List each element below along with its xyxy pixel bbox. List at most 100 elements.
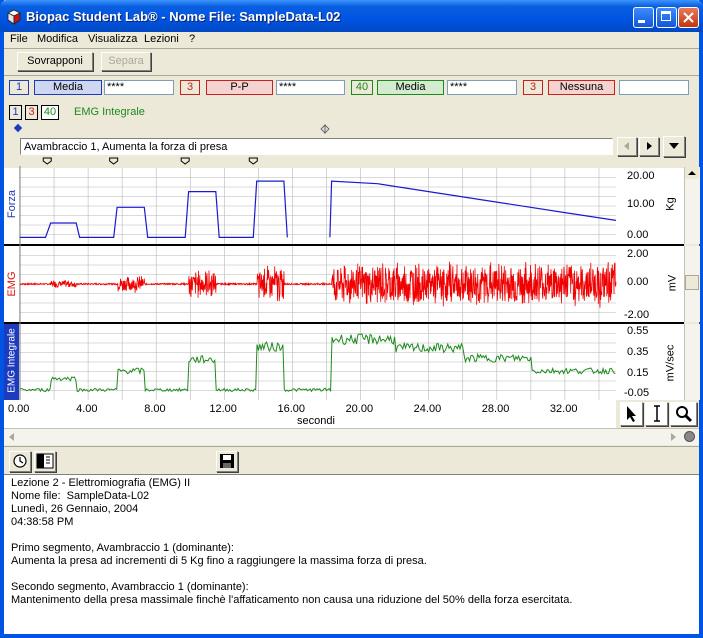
y-unit-emg-integrale: mV/sec — [664, 344, 677, 382]
x-tick-label: 8.00 — [144, 403, 166, 415]
journal-line — [11, 529, 692, 542]
menu-modifica[interactable]: Modifica — [37, 33, 78, 45]
x-tick-label: 28.00 — [481, 403, 510, 415]
chart-area[interactable] — [4, 166, 699, 400]
journal-line — [11, 568, 692, 581]
magnifier-icon — [675, 406, 692, 423]
measure-type-3[interactable]: Media — [377, 80, 444, 95]
x-tick-label: 0.00 — [8, 403, 30, 415]
measure-channel-3[interactable]: 40 — [351, 80, 373, 95]
x-tick-label: 12.00 — [209, 403, 237, 415]
event-marker-icon[interactable] — [42, 157, 52, 165]
channel-button-3[interactable]: 3 — [25, 105, 38, 120]
y-unit-forza: Kg — [664, 197, 677, 211]
channel-label-forza: Forza — [6, 189, 18, 219]
resize-grip-icon[interactable] — [684, 431, 695, 442]
event-marker-icon[interactable] — [180, 157, 190, 165]
ytick-int-0: 0.55 — [627, 325, 649, 337]
close-icon — [683, 12, 694, 23]
channel-button-1[interactable]: 1 — [9, 105, 22, 120]
marker-label-field[interactable]: Avambraccio 1, Aumenta la forza di presa — [20, 138, 613, 155]
measure-value-1: **** — [104, 80, 174, 95]
journal-line: Secondo segmento, Avambraccio 1 (dominan… — [11, 581, 249, 593]
scrollbar-forza[interactable] — [684, 167, 700, 244]
journal-text-area[interactable]: Lezione 2 - Elettromiografia (EMG) II No… — [4, 474, 699, 634]
x-tick-label: 4.00 — [76, 403, 98, 415]
pointer-tool-button[interactable] — [620, 402, 643, 426]
marker-diamond-icon[interactable] — [13, 123, 23, 133]
menu-visualizza[interactable]: Visualizza — [88, 33, 137, 45]
journal-line: 04:38:58 PM — [11, 516, 74, 528]
minimize-icon — [638, 20, 645, 23]
arrow-up-icon — [688, 171, 696, 175]
horizontal-scrollbar[interactable] — [4, 428, 699, 445]
measure-value-2: **** — [276, 80, 345, 95]
ibeam-tool-button[interactable] — [645, 402, 668, 426]
close-button[interactable] — [678, 7, 699, 28]
minimize-button[interactable] — [633, 7, 654, 28]
channel-label-emg: EMG — [6, 271, 18, 297]
journal-line: Mantenimento della presa massimale finch… — [11, 594, 573, 606]
measure-channel-2[interactable]: 3 — [180, 80, 200, 95]
x-axis-label: secondi — [297, 415, 335, 427]
menu-lezioni[interactable]: Lezioni — [144, 33, 179, 45]
arrow-left-icon — [624, 142, 629, 150]
ytick-int-2: 0.15 — [627, 367, 649, 379]
floppy-disk-icon — [220, 454, 234, 468]
title-bar[interactable]: Biopac Student Lab® - Nome File: SampleD… — [0, 0, 703, 32]
measure-channel-1[interactable]: 1 — [9, 80, 29, 95]
scrollbar-emg-integrale[interactable] — [684, 324, 700, 400]
selected-channel-label: EMG Integrale — [74, 106, 145, 118]
journal-line: Aumenta la presa ad incrementi di 5 Kg f… — [11, 555, 427, 567]
ytick-emg-2: -2.00 — [624, 309, 650, 321]
ytick-emg-1: 0.00 — [627, 276, 649, 288]
x-tick-label: 20.00 — [345, 403, 374, 415]
ibeam-icon — [653, 405, 660, 422]
ytick-forza-2: 0.00 — [627, 229, 649, 241]
arrow-cursor-icon — [626, 406, 636, 422]
chart-svg[interactable] — [4, 166, 699, 400]
scrollbar-emg[interactable] — [684, 246, 700, 322]
window-title: Biopac Student Lab® - Nome File: SampleD… — [26, 9, 341, 24]
channel-button-40[interactable]: 40 — [41, 105, 59, 120]
menu-help[interactable]: ? — [189, 33, 195, 45]
menu-bar: File Modifica Visualizza Lezioni ? — [4, 32, 699, 48]
journal-paste-button[interactable] — [34, 451, 56, 472]
arrow-right-icon — [671, 433, 676, 441]
measurement-paste-icon — [36, 453, 54, 469]
y-unit-emg: mV — [666, 274, 679, 292]
journal-line: Nome file: SampleData-L02 — [11, 490, 150, 502]
event-marker-icon[interactable] — [248, 157, 258, 165]
ytick-int-1: 0.35 — [627, 346, 649, 358]
ytick-int-3: -0.05 — [624, 387, 650, 399]
zoom-tool-button[interactable] — [670, 402, 697, 426]
measure-type-1[interactable]: Media — [34, 80, 102, 95]
journal-save-button[interactable] — [216, 451, 238, 472]
marker-next-button[interactable] — [639, 137, 659, 156]
ytick-emg-0: 2.00 — [627, 248, 649, 260]
marker-cursor-icon[interactable] — [320, 124, 330, 134]
separate-button[interactable]: Separa — [101, 52, 151, 71]
ytick-forza-0: 20.00 — [627, 170, 655, 182]
ytick-forza-1: 10.00 — [627, 198, 655, 210]
marker-prev-button[interactable] — [617, 137, 637, 156]
maximize-button[interactable] — [656, 7, 677, 28]
maximize-icon — [661, 11, 671, 21]
arrow-left-icon — [9, 433, 14, 441]
journal-line: Primo segmento, Avambraccio 1 (dominante… — [11, 542, 234, 554]
menu-file[interactable]: File — [10, 33, 28, 45]
event-markers — [42, 157, 258, 165]
journal-clock-button[interactable] — [9, 451, 31, 472]
overlay-button[interactable]: Sovrapponi — [17, 52, 93, 71]
marker-menu-button[interactable] — [663, 136, 685, 157]
event-marker-icon[interactable] — [109, 157, 119, 165]
measure-channel-4[interactable]: 3 — [523, 80, 543, 95]
measure-type-2[interactable]: P-P — [206, 80, 273, 95]
x-tick-label: 16.00 — [277, 403, 305, 415]
journal-line: Lezione 2 - Elettromiografia (EMG) II — [11, 477, 191, 489]
clock-icon — [13, 454, 27, 468]
journal-line: Lunedì, 26 Gennaio, 2004 — [11, 503, 139, 515]
measure-value-3: **** — [447, 80, 517, 95]
channel-label-emg-integrale: EMG Integrale — [6, 328, 18, 393]
measure-type-4[interactable]: Nessuna — [548, 80, 615, 95]
